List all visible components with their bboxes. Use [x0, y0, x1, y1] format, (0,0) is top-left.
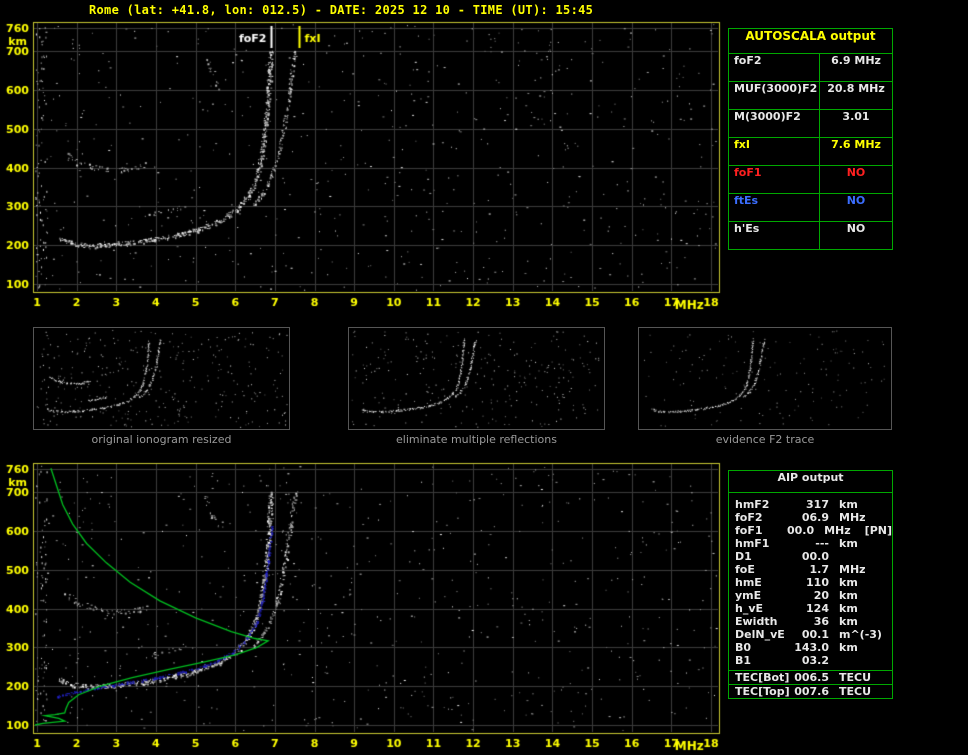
aip-row-value: 00.0 — [786, 524, 815, 537]
aip-tec-value: 006.5 — [794, 671, 829, 684]
autoscala-row-label: fxI — [729, 138, 820, 165]
panel-original-ionogram — [33, 327, 290, 430]
aip-tec-row: TEC[Top] 007.6 TECU — [729, 684, 892, 698]
panel-caption-evidence: evidence F2 trace — [715, 433, 815, 446]
aip-row-unit: km — [839, 576, 858, 589]
autoscala-row: fxI 7.6 MHz — [729, 138, 892, 166]
panel-eliminate-reflections — [348, 327, 605, 430]
autoscala-row-value: 20.8 MHz — [827, 82, 885, 95]
aip-row-value: 124 — [806, 602, 829, 615]
autoscala-row-label: M(3000)F2 — [729, 110, 820, 137]
aip-row-value: 36 — [813, 615, 829, 628]
autoscala-row-label: foF2 — [729, 54, 820, 81]
aip-row-value: 317 — [806, 498, 829, 511]
aip-row-unit: MHz — [839, 511, 866, 524]
autoscala-row-label: ftEs — [729, 194, 820, 221]
aip-row-value: 110 — [806, 576, 829, 589]
aip-table-title: AIP output — [729, 471, 892, 493]
aip-row: foF2 06.9 MHz — [729, 511, 892, 524]
autoscala-row: ftEs NO — [729, 194, 892, 222]
aip-row: hmF2 317 km — [729, 498, 892, 511]
aip-row: ymE 20 km — [729, 589, 892, 602]
aip-row-unit: km — [839, 589, 858, 602]
aip-row-value: 00.1 — [801, 628, 829, 641]
aip-row-unit: MHz — [824, 524, 851, 537]
autoscala-row-label: foF1 — [729, 166, 820, 193]
aip-tec-row: TEC[Bot] 006.5 TECU — [729, 670, 892, 684]
aip-row-name: B0 — [735, 641, 752, 654]
aip-row-name: foF1 — [735, 524, 763, 537]
aip-row-name: hmF2 — [735, 498, 770, 511]
top-ionogram-canvas — [0, 14, 730, 318]
autoscala-row: foF2 6.9 MHz — [729, 54, 892, 82]
autoscala-row: foF1 NO — [729, 166, 892, 194]
aip-tec-value: 007.6 — [794, 685, 829, 698]
autoscala-output-table: AUTOSCALA output foF2 6.9 MHz MUF(3000)F2 2… — [728, 28, 893, 250]
aip-row-name: D1 — [735, 550, 752, 563]
aip-tec-name: TEC[Bot] — [735, 671, 790, 684]
aip-table-rows: hmF2 317 km foF2 06.9 MHz foF1 00.0 MHz [PN] hmF1-… — [729, 493, 892, 670]
aip-row-name: B1 — [735, 654, 752, 667]
aip-row-unit: m^(-3) — [839, 628, 882, 641]
aip-row-value: 03.2 — [801, 654, 829, 667]
autoscala-row-label: MUF(3000)F2 — [729, 82, 820, 109]
aip-tec-rows: TEC[Bot] 006.5 TECU TEC[Top] 007.6 TECU — [729, 670, 892, 698]
autoscala-row-value: 7.6 MHz — [831, 138, 881, 151]
aip-row-name: foE — [735, 563, 755, 576]
autoscala-row-value: 6.9 MHz — [831, 54, 881, 67]
aip-output-table: AIP output hmF2 317 km foF2 06.9 MHz foF1 00.0 M… — [728, 470, 893, 699]
aip-row-unit: km — [839, 537, 858, 550]
aip-row-unit: km — [839, 641, 858, 654]
aip-row-unit: MHz — [839, 563, 866, 576]
aip-row-value: 00.0 — [801, 550, 829, 563]
aip-row: foF1 00.0 MHz [PN] — [729, 524, 892, 537]
aip-row: B0 143.0 km — [729, 641, 892, 654]
autoscala-row-value: NO — [846, 166, 866, 179]
aip-row-name: foF2 — [735, 511, 763, 524]
aip-row: B1 03.2 — [729, 654, 892, 667]
aip-row-unit: km — [839, 602, 858, 615]
aip-row-value: --- — [815, 537, 829, 550]
aip-row: DelN_vE 00.1 m^(-3) — [729, 628, 892, 641]
aip-row-value: 143.0 — [794, 641, 829, 654]
aip-row: hmF1 --- km — [729, 537, 892, 550]
aip-row-note: [PN] — [864, 524, 892, 537]
aip-row-name: ymE — [735, 589, 762, 602]
autoscala-row-value: 3.01 — [842, 110, 870, 123]
aip-row-value: 06.9 — [801, 511, 829, 524]
aip-row-value: 20 — [813, 589, 829, 602]
aip-row-name: DelN_vE — [735, 628, 785, 641]
autoscala-row-value: NO — [846, 194, 866, 207]
aip-row: h_vE 124 km — [729, 602, 892, 615]
panel-caption-original: original ionogram resized — [91, 433, 232, 446]
aip-row-name: h_vE — [735, 602, 764, 615]
aip-tec-unit: TECU — [839, 671, 872, 684]
aip-row: hmE 110 km — [729, 576, 892, 589]
aip-row-name: Ewidth — [735, 615, 778, 628]
autoscala-row-value: NO — [846, 222, 866, 235]
aip-row: Ewidth 36 km — [729, 615, 892, 628]
aip-row-value: 1.7 — [809, 563, 830, 576]
panel-caption-eliminate: eliminate multiple reflections — [396, 433, 557, 446]
autoscala-table-title: AUTOSCALA output — [729, 29, 892, 54]
autoscala-row-label: h'Es — [729, 222, 820, 249]
autoscala-row: h'Es NO — [729, 222, 892, 249]
aip-row-unit: km — [839, 615, 858, 628]
aip-tec-unit: TECU — [839, 685, 872, 698]
aip-row: D1 00.0 — [729, 550, 892, 563]
autoscala-screen: Rome (lat: +41.8, lon: 012.5) - DATE: 20… — [0, 0, 968, 755]
autoscala-row: M(3000)F2 3.01 — [729, 110, 892, 138]
panel-evidence-f2-trace — [638, 327, 892, 430]
aip-row-name: hmE — [735, 576, 762, 589]
aip-row-name: hmF1 — [735, 537, 770, 550]
autoscala-table-rows: foF2 6.9 MHz MUF(3000)F2 20.8 MHz M(3000)F2 3… — [729, 54, 892, 249]
aip-row: foE 1.7 MHz — [729, 563, 892, 576]
aip-row-unit: km — [839, 498, 858, 511]
aip-tec-name: TEC[Top] — [735, 685, 790, 698]
autoscala-row: MUF(3000)F2 20.8 MHz — [729, 82, 892, 110]
bottom-ionogram-canvas — [0, 455, 730, 755]
